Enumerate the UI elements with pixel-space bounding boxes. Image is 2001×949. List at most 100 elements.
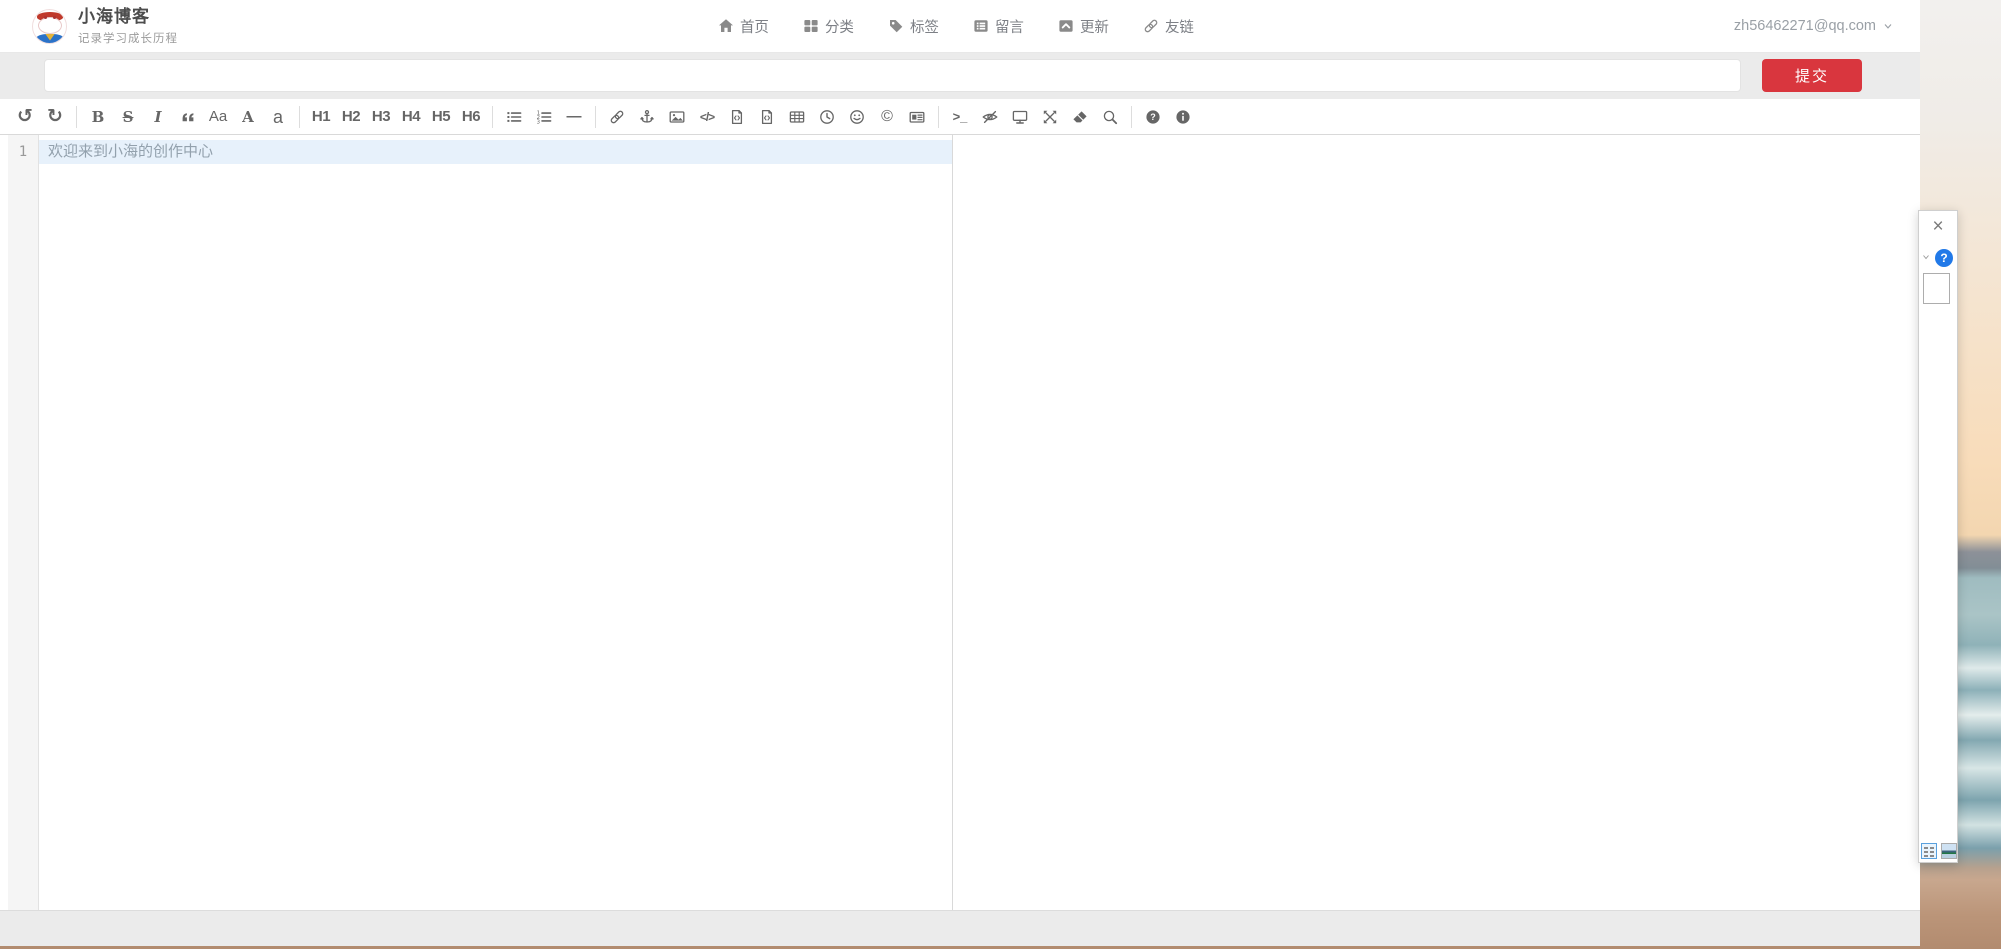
newspaper-icon	[909, 109, 925, 125]
nav-item-label: 留言	[995, 16, 1024, 37]
toolbar-uppercase-button[interactable]: A	[233, 103, 263, 131]
toolbar-h3-button[interactable]: H3	[366, 103, 396, 131]
lowercase-glyph: a	[273, 109, 283, 125]
svg-text:3: 3	[537, 119, 540, 124]
site-brand[interactable]: 小海博客 记录学习成长历程	[32, 7, 178, 46]
toolbar-hr-button[interactable]: —	[559, 103, 589, 131]
site-logo-avatar	[32, 9, 67, 44]
user-email: zh56462271@qq.com	[1734, 18, 1876, 34]
toolbar-table-button[interactable]	[782, 103, 812, 131]
info-circle-icon	[1175, 109, 1191, 125]
nav-item-1[interactable]: 首页	[718, 16, 769, 37]
compose-bar: 提交	[0, 53, 1920, 99]
markdown-input-area[interactable]: 欢迎来到小海的创作中心	[39, 135, 952, 910]
undo-glyph: ↺	[17, 108, 33, 126]
search-icon	[1102, 109, 1118, 125]
toolbar-undo-button[interactable]: ↺	[10, 103, 40, 131]
toolbar-h1-button[interactable]: H1	[306, 103, 336, 131]
link-chain-icon	[609, 109, 625, 125]
toolbar-link-button[interactable]	[602, 103, 632, 131]
toolbar-datetime-button[interactable]	[812, 103, 842, 131]
toolbar-separator	[1131, 106, 1132, 128]
nav-item-2[interactable]: 分类	[803, 16, 854, 37]
user-menu[interactable]: zh56462271@qq.com	[1734, 18, 1894, 34]
toolbar-quote-button[interactable]	[173, 103, 203, 131]
side-panel-input[interactable]	[1923, 273, 1950, 304]
close-icon[interactable]: ×	[1932, 217, 1943, 236]
site-title: 小海博客	[78, 7, 178, 27]
toolbar-watch-button[interactable]	[975, 103, 1005, 131]
toolbar-separator	[595, 106, 596, 128]
toolbar-bold-button[interactable]: B	[83, 103, 113, 131]
anchor-icon	[639, 109, 655, 125]
svg-text:?: ?	[1150, 112, 1156, 122]
floating-side-panel: × ?	[1918, 210, 1958, 863]
nav-item-4[interactable]: 留言	[973, 16, 1024, 37]
submit-button[interactable]: 提交	[1762, 59, 1862, 92]
italic-glyph: I	[154, 108, 161, 126]
toolbar-separator	[492, 106, 493, 128]
nav-item-6[interactable]: 友链	[1143, 16, 1194, 37]
toolbar-redo-button[interactable]: ↻	[40, 103, 70, 131]
chevron-down-icon	[1882, 20, 1894, 32]
friend-link-icon	[1143, 18, 1159, 34]
toolbar-image-button[interactable]	[662, 103, 692, 131]
markdown-editor: 1 欢迎来到小海的创作中心	[0, 135, 1920, 911]
toolbar-italic-button[interactable]: I	[143, 103, 173, 131]
toolbar-code-button[interactable]: </>	[692, 103, 722, 131]
tag-icon	[888, 18, 904, 34]
toolbar-code-block-button[interactable]	[752, 103, 782, 131]
toolbar-h2-button[interactable]: H2	[336, 103, 366, 131]
toolbar-lowercase-button[interactable]: a	[263, 103, 293, 131]
toolbar-h6-button[interactable]: H6	[456, 103, 486, 131]
h3-glyph: H3	[372, 108, 390, 125]
help-circle-icon: ?	[1145, 109, 1161, 125]
fullscreen-arrows-icon	[1042, 109, 1058, 125]
toolbar-preformatted-text-button[interactable]	[722, 103, 752, 131]
main-nav: 首页 分类 标签 留言 更新 友链	[178, 16, 1734, 37]
toolbar-separator	[76, 106, 77, 128]
page-footer	[0, 911, 1920, 946]
toolbar-h4-button[interactable]: H4	[396, 103, 426, 131]
toolbar-goto-line-button[interactable]: >_	[945, 103, 975, 131]
nav-item-label: 标签	[910, 16, 939, 37]
toolbar-preview-button[interactable]	[1005, 103, 1035, 131]
bold-glyph: B	[92, 108, 105, 126]
strikethrough-glyph: S	[123, 108, 134, 126]
hr-glyph: —	[567, 108, 582, 125]
toolbar-pagebreak-button[interactable]	[902, 103, 932, 131]
toolbar-fullscreen-button[interactable]	[1035, 103, 1065, 131]
image-view-icon[interactable]	[1941, 843, 1957, 859]
home-icon	[718, 18, 734, 34]
toolbar-help-button[interactable]: ?	[1138, 103, 1168, 131]
eye-slash-icon	[982, 109, 998, 125]
toolbar-list-ul-button[interactable]	[499, 103, 529, 131]
nav-item-label: 首页	[740, 16, 769, 37]
list-view-icon[interactable]	[1921, 843, 1937, 859]
editor-line[interactable]: 欢迎来到小海的创作中心	[39, 140, 952, 164]
toolbar-html-entities-button[interactable]: ©	[872, 103, 902, 131]
toolbar-emoji-button[interactable]	[842, 103, 872, 131]
toolbar-strikethrough-button[interactable]: S	[113, 103, 143, 131]
file-code-icon	[729, 109, 745, 125]
post-title-input[interactable]	[44, 59, 1741, 92]
nav-item-3[interactable]: 标签	[888, 16, 939, 37]
image-icon	[669, 109, 685, 125]
site-subtitle: 记录学习成长历程	[78, 30, 178, 46]
ucwords-glyph: Aa	[209, 108, 227, 125]
chevron-down-icon[interactable]	[1922, 253, 1930, 261]
nav-item-5[interactable]: 更新	[1058, 16, 1109, 37]
h1-glyph: H1	[312, 108, 330, 125]
toolbar-ucwords-button[interactable]: Aa	[203, 103, 233, 131]
help-badge-icon[interactable]: ?	[1935, 249, 1953, 267]
desktop-icon	[1012, 109, 1028, 125]
toolbar-reference-link-button[interactable]	[632, 103, 662, 131]
html-entities-glyph: ©	[881, 108, 893, 126]
toolbar-list-ol-button[interactable]: 123	[529, 103, 559, 131]
toolbar-h5-button[interactable]: H5	[426, 103, 456, 131]
toolbar-clear-button[interactable]	[1065, 103, 1095, 131]
page-content: 小海博客 记录学习成长历程 首页 分类 标签 留言 更新 友链 zh56462271@qq…	[0, 0, 1920, 946]
toolbar-info-button[interactable]	[1168, 103, 1198, 131]
goto-line-glyph: >_	[953, 109, 968, 124]
toolbar-search-button[interactable]	[1095, 103, 1125, 131]
